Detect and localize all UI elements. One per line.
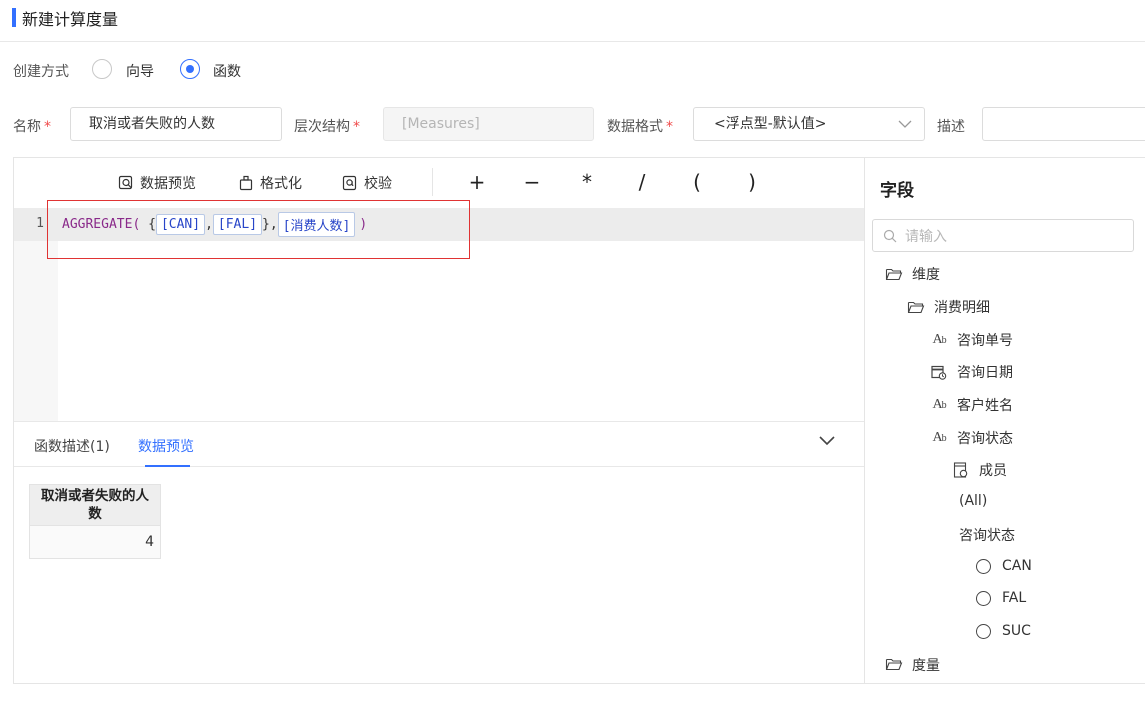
radio-wizard[interactable] [92, 59, 112, 79]
tree-member-all[interactable]: (All) [959, 493, 987, 509]
tree-member-suc[interactable]: SUC [976, 623, 1031, 639]
tree-node-label: 成员 [979, 463, 1007, 479]
tree-member-fal[interactable]: FAL [976, 590, 1026, 606]
tree-field-customer-name[interactable]: Ab 客户姓名 [929, 395, 1013, 415]
tree-member-can[interactable]: CAN [976, 558, 1032, 574]
tree-field-consult-id[interactable]: Ab 咨询单号 [929, 330, 1013, 350]
tree-field-consult-date[interactable]: 咨询日期 [929, 362, 1013, 382]
tree-node-label: 咨询状态 [959, 528, 1015, 544]
tree-node-label: (All) [959, 493, 988, 509]
tree-level-consult-status[interactable]: 咨询状态 [959, 525, 1015, 545]
tree-node-table[interactable]: 消费明细 [906, 297, 990, 317]
operator-plus-button[interactable]: + [465, 170, 489, 194]
tree-node-label: 咨询日期 [957, 365, 1013, 381]
tab-function-description[interactable]: 函数描述(1) [34, 436, 110, 456]
name-input[interactable]: 取消或者失败的人数 [70, 107, 282, 141]
format-select-value: <浮点型-默认值> [714, 116, 827, 132]
tree-node-label: 消费明细 [934, 300, 990, 316]
required-mark: * [44, 119, 51, 135]
operator-close-paren-button[interactable]: ) [740, 170, 764, 194]
search-placeholder: 请输入 [905, 228, 947, 245]
tree-node-label: CAN [1002, 558, 1032, 574]
data-preview-button[interactable]: 数据预览 [118, 173, 196, 193]
required-mark: * [666, 119, 673, 135]
page-title: 新建计算度量 [22, 10, 119, 29]
format-label: 数据格式 * [607, 119, 673, 135]
tree-node-label: 咨询单号 [957, 333, 1013, 349]
member-circle-icon [976, 623, 991, 639]
highlight-annotation-box [47, 200, 470, 259]
preview-table-header: 取消或者失败的人数 [30, 485, 160, 525]
toolbar-separator [432, 168, 433, 196]
tree-node-label: 度量 [912, 658, 940, 674]
member-circle-icon [976, 558, 991, 574]
radio-wizard-label[interactable]: 向导 [126, 61, 154, 81]
tree-node-label: 咨询状态 [957, 431, 1013, 447]
operator-open-paren-button[interactable]: ( [685, 170, 709, 194]
operator-divide-button[interactable]: / [630, 170, 654, 194]
collapse-chevron-icon[interactable] [816, 430, 838, 452]
field-search-input[interactable]: 请输入 [872, 219, 1134, 252]
calendar-icon [931, 365, 947, 380]
required-mark: * [353, 119, 360, 135]
folder-open-icon [907, 301, 925, 314]
validate-label: 校验 [364, 176, 392, 192]
header-divider [0, 41, 1145, 42]
tree-node-label: FAL [1002, 590, 1027, 606]
search-icon [883, 229, 897, 242]
folder-open-icon [885, 658, 903, 671]
tree-node-label: 客户姓名 [957, 398, 1013, 414]
fields-title: 字段 [880, 181, 914, 201]
tree-node-dimensions[interactable]: 维度 [884, 264, 940, 284]
member-icon [953, 462, 968, 478]
tree-field-consult-status[interactable]: Ab 咨询状态 [929, 428, 1013, 448]
validate-button[interactable]: 校验 [342, 173, 392, 193]
format-brush-icon [239, 175, 253, 191]
tree-node-label: 维度 [912, 267, 940, 283]
operator-multiply-button[interactable]: * [575, 170, 599, 194]
creation-mode-label: 创建方式 [13, 64, 69, 80]
chevron-down-icon [898, 120, 912, 128]
format-button[interactable]: 格式化 [238, 173, 302, 193]
text-type-icon: Ab [932, 332, 946, 347]
text-type-icon: Ab [932, 397, 946, 412]
description-input[interactable] [982, 107, 1145, 141]
format-select[interactable]: <浮点型-默认值> [693, 107, 925, 141]
name-label: 名称 * [13, 119, 51, 135]
title-accent-bar [12, 8, 16, 27]
member-circle-icon [976, 590, 991, 606]
format-label: 格式化 [260, 176, 302, 192]
tree-node-measures[interactable]: 度量 [884, 655, 940, 683]
preview-table-cell: 4 [30, 525, 160, 558]
active-tab-indicator [145, 465, 190, 467]
tab-data-preview[interactable]: 数据预览 [138, 436, 194, 456]
tree-node-label: SUC [1002, 623, 1031, 639]
text-type-icon: Ab [932, 430, 946, 445]
validate-icon [342, 175, 357, 191]
folder-open-icon [885, 268, 903, 281]
radio-function[interactable] [180, 59, 200, 79]
preview-table: 取消或者失败的人数 4 [29, 484, 161, 559]
hierarchy-input: [Measures] [383, 107, 594, 141]
preview-icon [118, 175, 133, 190]
tree-node-members[interactable]: 成员 [951, 460, 1007, 480]
data-preview-label: 数据预览 [140, 176, 196, 192]
hierarchy-label: 层次结构 * [294, 119, 360, 135]
radio-function-label[interactable]: 函数 [213, 61, 241, 81]
operator-minus-button[interactable]: − [520, 170, 544, 194]
line-number: 1 [36, 216, 44, 231]
description-label: 描述 [937, 119, 965, 135]
bottom-divider [14, 421, 864, 422]
